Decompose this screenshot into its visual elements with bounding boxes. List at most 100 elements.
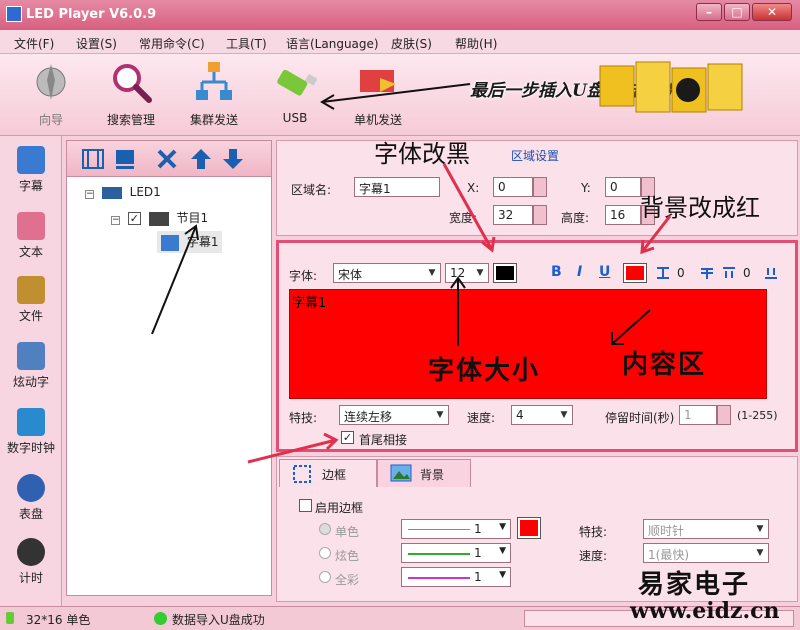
- single-send-button[interactable]: 单机发送: [343, 60, 413, 128]
- height-label: 高度:: [561, 211, 590, 225]
- width-input[interactable]: 32: [493, 205, 533, 225]
- background-color-swatch: [626, 266, 644, 280]
- tree-node-subtitle[interactable]: 字幕1: [157, 231, 223, 253]
- stay-time-label: 停留时间(秒): [605, 411, 675, 425]
- font-size-select[interactable]: 12 ▼: [445, 263, 489, 283]
- x-spinner[interactable]: [533, 177, 547, 197]
- width-spinner[interactable]: [533, 205, 547, 225]
- area-name-input[interactable]: 字幕1: [354, 177, 440, 197]
- text-editor-panel: 字体: 宋体 ▼ 12 ▼ B I U 0 0 字幕1 特技: 连续左移 ▼ 速度: …: [276, 240, 798, 452]
- status-message: 数据导入U盘成功: [172, 613, 265, 627]
- y-input[interactable]: 0: [605, 177, 641, 197]
- program-tree-panel: − LED1 − ✓ 节目1 字幕1: [66, 140, 272, 596]
- char-spacing-icon[interactable]: [655, 265, 671, 281]
- menu-commands[interactable]: 常用命令(C): [139, 35, 205, 52]
- search-manage-button[interactable]: 搜索管理: [96, 60, 166, 128]
- network-icon: [196, 62, 232, 100]
- fullcolor-label: 全彩: [335, 573, 360, 587]
- file-icon: [17, 276, 45, 304]
- nav-dial[interactable]: 表盘: [6, 474, 56, 522]
- close-button[interactable]: ✕: [752, 3, 792, 21]
- loop-checkbox[interactable]: ✓: [341, 431, 354, 444]
- fullcolor-line-select[interactable]: 1 ▼: [401, 567, 511, 587]
- move-up-icon[interactable]: [189, 147, 213, 171]
- maximize-button[interactable]: □: [724, 3, 750, 21]
- nav-digital-clock-label: 数字时钟: [6, 441, 55, 455]
- area-settings-title: 区域设置: [511, 149, 560, 163]
- border-effect-select[interactable]: 顺时针 ▼: [643, 519, 769, 539]
- effect-select[interactable]: 连续左移 ▼: [339, 405, 449, 425]
- nav-subtitle[interactable]: 字幕: [6, 146, 56, 194]
- cluster-send-button[interactable]: 集群发送: [179, 60, 249, 128]
- menu-file[interactable]: 文件(F): [14, 35, 54, 52]
- nav-file[interactable]: 文件: [6, 276, 56, 324]
- nav-text[interactable]: 文本: [6, 212, 56, 260]
- magnifier-icon: [113, 64, 152, 103]
- line-spacing-icon[interactable]: [699, 265, 715, 281]
- speed-select[interactable]: 4 ▼: [511, 405, 573, 425]
- tab-background[interactable]: 背景: [377, 459, 471, 487]
- text-color-button[interactable]: [493, 263, 517, 283]
- speed-label: 速度:: [467, 411, 496, 425]
- search-manage-label: 搜索管理: [106, 113, 155, 127]
- border-effect-value: 顺时针: [648, 524, 685, 538]
- align-bottom-icon[interactable]: [763, 265, 779, 281]
- border-speed-select[interactable]: 1(最快) ▼: [643, 543, 769, 563]
- watermark-url: www.eidz.cn: [630, 598, 780, 624]
- delete-icon[interactable]: [155, 147, 179, 171]
- nav-digital-clock[interactable]: 数字时钟: [6, 408, 56, 456]
- menu-settings[interactable]: 设置(S): [76, 35, 117, 52]
- y-label: Y:: [581, 181, 591, 195]
- led-screen-icon: [101, 186, 122, 199]
- font-select[interactable]: 宋体 ▼: [333, 263, 441, 283]
- height-input[interactable]: 16: [605, 205, 641, 225]
- timer-icon: [17, 538, 45, 566]
- italic-button[interactable]: I: [577, 264, 582, 280]
- minimize-button[interactable]: –: [696, 3, 722, 21]
- tab-background-label: 背景: [420, 468, 445, 482]
- wizard-button[interactable]: 向导: [16, 60, 86, 128]
- animated-text-icon: [17, 342, 45, 370]
- tab-border-label: 边框: [322, 468, 347, 482]
- border-speed-label: 速度:: [579, 549, 608, 563]
- colorful-radio[interactable]: [319, 547, 331, 559]
- area-icon[interactable]: [113, 147, 137, 171]
- char-spacing-value: 0: [677, 266, 685, 280]
- brand-logo: [599, 61, 743, 113]
- effect-select-value: 连续左移: [344, 410, 393, 424]
- mono-radio[interactable]: [319, 523, 331, 535]
- border-color-swatch: [520, 520, 538, 536]
- mono-line-select[interactable]: 1 ▼: [401, 519, 511, 539]
- title-bar: LED Player V6.0.9 – □ ✕: [0, 0, 800, 30]
- subtitle-node-icon: [161, 234, 179, 251]
- fullcolor-line-width: 1: [474, 570, 482, 584]
- menu-tools[interactable]: 工具(T): [226, 35, 267, 52]
- align-top-icon[interactable]: [721, 265, 737, 281]
- film-icon[interactable]: [81, 147, 105, 171]
- fullcolor-radio[interactable]: [319, 571, 331, 583]
- menu-help[interactable]: 帮助(H): [455, 35, 497, 52]
- menu-language[interactable]: 语言(Language): [286, 35, 379, 52]
- stay-time-spinner[interactable]: [717, 405, 731, 425]
- chevron-down-icon: ▼: [499, 522, 506, 532]
- tree-node-program[interactable]: − ✓ 节目1: [111, 209, 208, 226]
- stay-time-input[interactable]: 1: [679, 405, 717, 425]
- program-checkbox[interactable]: ✓: [127, 212, 141, 225]
- usb-button[interactable]: USB: [260, 60, 330, 125]
- background-image-icon: [390, 464, 412, 482]
- program-icon: [148, 211, 169, 226]
- background-color-button[interactable]: [623, 263, 647, 283]
- chevron-down-icon: ▼: [428, 268, 436, 278]
- underline-button[interactable]: U: [599, 264, 610, 280]
- nav-timer[interactable]: 计时: [6, 538, 56, 586]
- enable-border-checkbox[interactable]: [299, 499, 312, 512]
- move-down-icon[interactable]: [221, 147, 245, 171]
- border-color-button[interactable]: [517, 517, 541, 539]
- nav-animated-text[interactable]: 炫动字: [6, 342, 56, 390]
- x-input[interactable]: 0: [493, 177, 533, 197]
- menu-skin[interactable]: 皮肤(S): [391, 35, 432, 52]
- colorful-line-select[interactable]: 1 ▼: [401, 543, 511, 563]
- tab-border[interactable]: 边框: [279, 459, 377, 487]
- bold-button[interactable]: B: [551, 264, 562, 280]
- tree-node-led[interactable]: − LED1: [85, 185, 161, 199]
